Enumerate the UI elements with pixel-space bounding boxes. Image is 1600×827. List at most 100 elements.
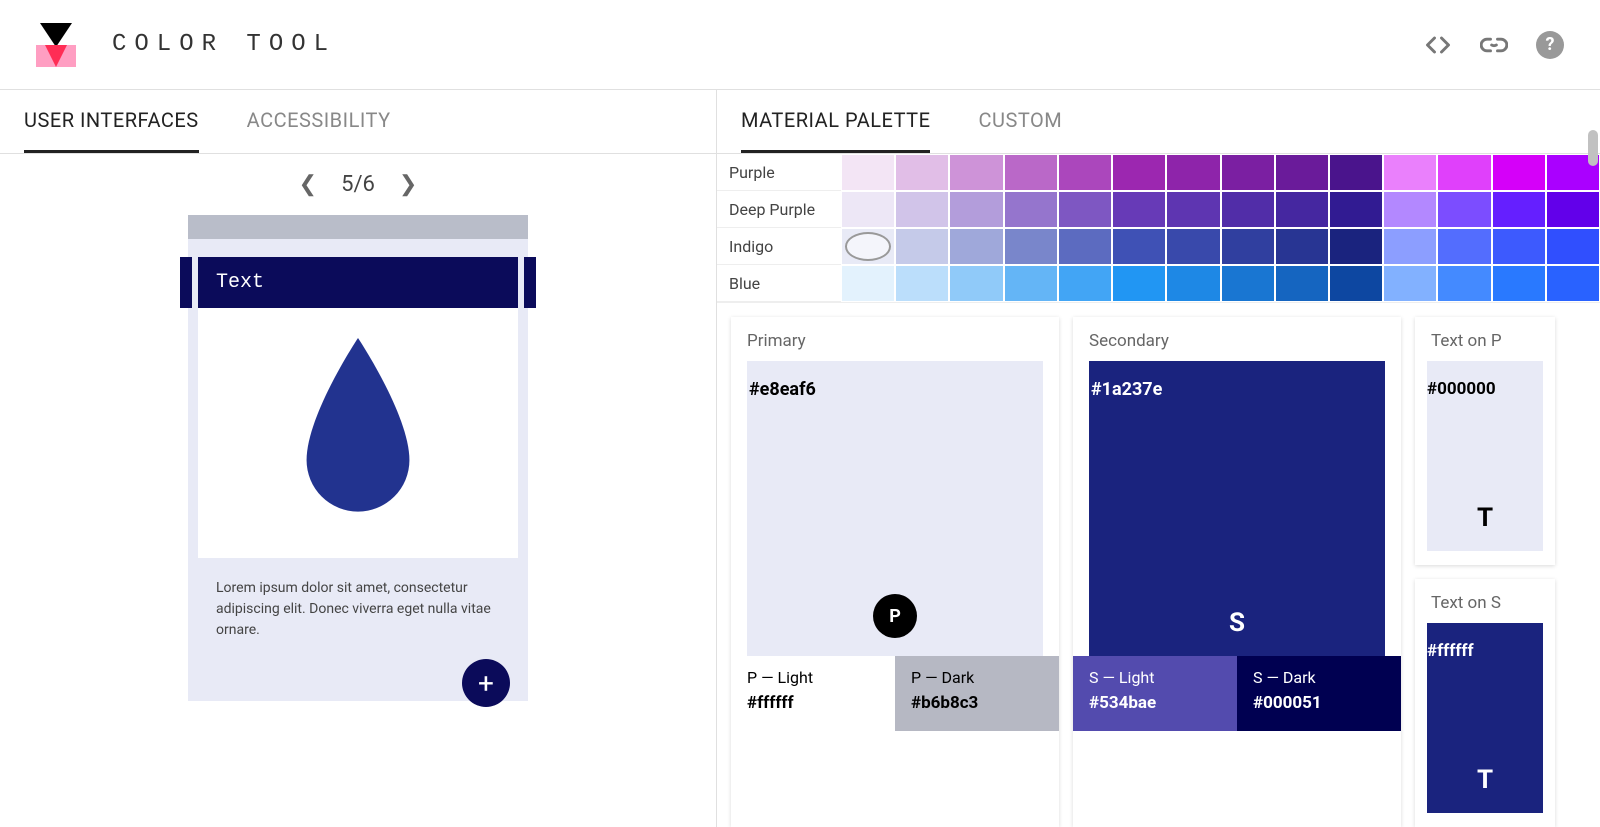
palette-cell[interactable] — [1492, 228, 1546, 265]
tab-user-interfaces[interactable]: USER INTERFACES — [24, 108, 199, 153]
palette-cell[interactable] — [1383, 265, 1437, 302]
palette-cell[interactable] — [1221, 154, 1275, 191]
palette-cell[interactable] — [895, 154, 949, 191]
palette-cell[interactable] — [1546, 191, 1600, 228]
text-on-p-label: Text on P — [1415, 317, 1555, 361]
text-on-p-hex: #000000 — [1427, 379, 1496, 399]
app-title: COLOR TOOL — [112, 31, 336, 58]
palette-cell[interactable] — [1383, 191, 1437, 228]
drop-icon — [293, 338, 423, 518]
pager-prev-icon[interactable]: ❮ — [299, 172, 317, 197]
palette-cell[interactable] — [1166, 154, 1220, 191]
palette-cell[interactable] — [1004, 154, 1058, 191]
palette-cell[interactable] — [1492, 265, 1546, 302]
palette-cell[interactable] — [1058, 191, 1112, 228]
primary-dark-swatch[interactable]: P — Dark #b6b8c3 — [895, 656, 1059, 731]
palette-cell[interactable] — [1112, 154, 1166, 191]
palette-cell[interactable] — [895, 228, 949, 265]
primary-swatch[interactable]: #e8eaf6 P — [747, 361, 1043, 656]
text-on-p-swatch[interactable]: #000000 T — [1427, 361, 1543, 551]
palette-cell[interactable] — [1221, 228, 1275, 265]
palette-cell[interactable] — [1383, 154, 1437, 191]
palette-cell[interactable] — [1492, 191, 1546, 228]
preview-card: Text Lorem ipsum dolor sit amet, consect… — [188, 215, 528, 701]
palette-cell[interactable] — [1004, 191, 1058, 228]
secondary-dark-swatch[interactable]: S — Dark #000051 — [1237, 656, 1401, 731]
pager-next-icon[interactable]: ❯ — [399, 172, 417, 197]
palette-cell[interactable] — [1383, 228, 1437, 265]
palette-cell[interactable] — [1166, 191, 1220, 228]
primary-dark-label: P — Dark — [911, 668, 1043, 687]
palette-cell[interactable] — [1546, 265, 1600, 302]
palette-cell[interactable] — [1112, 191, 1166, 228]
palette-cell[interactable] — [1437, 191, 1491, 228]
secondary-dark-label: S — Dark — [1253, 668, 1385, 687]
primary-hex: #e8eaf6 — [747, 379, 816, 400]
text-on-p-char: T — [1477, 503, 1493, 533]
link-icon[interactable] — [1480, 31, 1508, 59]
palette-cell[interactable] — [895, 191, 949, 228]
palette-cell[interactable] — [1058, 154, 1112, 191]
palette-cell[interactable] — [1275, 265, 1329, 302]
secondary-light-swatch[interactable]: S — Light #534bae — [1073, 656, 1237, 731]
palette-cell[interactable] — [841, 154, 895, 191]
palette-cell[interactable] — [949, 191, 1003, 228]
text-on-p-card: Text on P #000000 T — [1415, 317, 1555, 565]
palette-row-label[interactable]: Indigo — [717, 228, 841, 265]
palette-cell[interactable] — [1275, 191, 1329, 228]
palette-cell[interactable] — [1275, 154, 1329, 191]
secondary-badge: S — [1229, 608, 1245, 638]
palette-row-label[interactable]: Deep Purple — [717, 191, 841, 228]
palette-cell[interactable] — [1329, 154, 1383, 191]
palette-cell[interactable] — [1329, 265, 1383, 302]
palette-cell[interactable] — [1058, 265, 1112, 302]
palette-cell[interactable] — [1221, 191, 1275, 228]
text-on-s-label: Text on S — [1415, 579, 1555, 623]
palette-cell[interactable] — [1437, 228, 1491, 265]
secondary-card: Secondary #1a237e S S — Light #534bae S … — [1073, 317, 1401, 827]
secondary-dark-hex: #000051 — [1253, 693, 1385, 713]
text-on-s-hex: #ffffff — [1427, 641, 1474, 661]
palette-cell[interactable] — [1221, 265, 1275, 302]
secondary-swatch[interactable]: #1a237e S — [1089, 361, 1385, 656]
secondary-light-hex: #534bae — [1089, 693, 1221, 713]
palette-cell[interactable] — [1166, 228, 1220, 265]
palette-cell[interactable] — [1546, 228, 1600, 265]
primary-label: Primary — [731, 317, 1059, 361]
code-icon[interactable] — [1424, 31, 1452, 59]
palette-row-label[interactable]: Blue — [717, 265, 841, 302]
palette-cell[interactable] — [841, 191, 895, 228]
palette-cell[interactable] — [1437, 265, 1491, 302]
palette-cell[interactable] — [1275, 228, 1329, 265]
palette-cell[interactable] — [895, 265, 949, 302]
tab-material-palette[interactable]: MATERIAL PALETTE — [741, 108, 930, 153]
palette-cell[interactable] — [1004, 265, 1058, 302]
palette-scrollbar[interactable] — [1588, 154, 1598, 166]
palette-cell[interactable] — [1329, 191, 1383, 228]
secondary-light-label: S — Light — [1089, 668, 1221, 687]
primary-dark-hex: #b6b8c3 — [911, 693, 1043, 713]
palette-cell[interactable] — [1004, 228, 1058, 265]
palette-cell[interactable] — [1112, 265, 1166, 302]
tab-accessibility[interactable]: ACCESSIBILITY — [247, 108, 391, 153]
fab-add-button[interactable]: + — [462, 659, 510, 707]
palette-cell[interactable] — [949, 228, 1003, 265]
text-on-s-swatch[interactable]: #ffffff T — [1427, 623, 1543, 813]
palette-cell[interactable] — [1166, 265, 1220, 302]
tab-custom[interactable]: CUSTOM — [978, 108, 1062, 153]
primary-light-label: P — Light — [747, 668, 879, 687]
palette-cell[interactable] — [949, 265, 1003, 302]
preview-statusbar — [188, 215, 528, 239]
palette-cell[interactable] — [949, 154, 1003, 191]
palette-cell[interactable] — [841, 265, 895, 302]
palette-cell[interactable] — [841, 228, 895, 265]
palette-cell[interactable] — [1112, 228, 1166, 265]
palette-cell[interactable] — [1058, 228, 1112, 265]
help-icon[interactable]: ? — [1536, 31, 1564, 59]
palette-row-label[interactable]: Purple — [717, 154, 841, 191]
palette-cell[interactable] — [1329, 228, 1383, 265]
preview-title: Text — [198, 257, 518, 308]
palette-cell[interactable] — [1437, 154, 1491, 191]
primary-light-swatch[interactable]: P — Light #ffffff — [731, 656, 895, 731]
palette-cell[interactable] — [1492, 154, 1546, 191]
